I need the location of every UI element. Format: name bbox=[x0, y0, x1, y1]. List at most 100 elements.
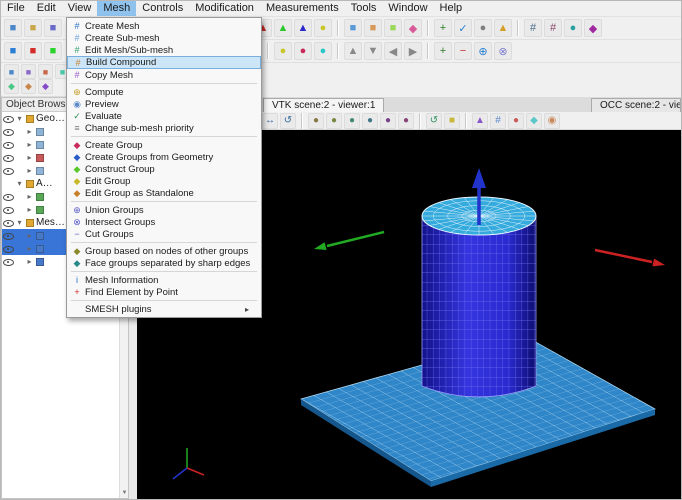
caret-collapsed-icon[interactable]: ▸ bbox=[25, 127, 34, 136]
menu-item-copy-mesh[interactable]: #Copy Mesh bbox=[67, 69, 261, 81]
back-view-icon[interactable]: ● bbox=[326, 113, 342, 129]
new-document-icon[interactable]: ■ bbox=[4, 19, 22, 37]
visibility-eye-icon[interactable] bbox=[3, 113, 14, 124]
visibility-eye-icon[interactable] bbox=[3, 204, 14, 215]
tool-icon[interactable]: ■ bbox=[38, 64, 53, 79]
tab-vtk-scene[interactable]: VTK scene:2 - viewer:1 bbox=[263, 98, 384, 112]
tool-icon[interactable]: ■ bbox=[384, 19, 402, 37]
tool-icon[interactable]: ■ bbox=[364, 19, 382, 37]
update-rate-icon[interactable]: ● bbox=[508, 113, 524, 129]
pan-icon[interactable]: ↔ bbox=[262, 113, 278, 129]
tool-icon[interactable]: ● bbox=[314, 42, 332, 60]
menu-item-create-groups-from-geometry[interactable]: ◆Create Groups from Geometry bbox=[67, 151, 261, 163]
menu-item-intersect-groups[interactable]: ⊗Intersect Groups bbox=[67, 216, 261, 228]
caret-expanded-icon[interactable]: ▾ bbox=[15, 179, 24, 188]
menu-item-change-sub-mesh-priority[interactable]: ≡Change sub-mesh priority bbox=[67, 122, 261, 134]
caret-collapsed-icon[interactable]: ▸ bbox=[25, 231, 34, 240]
tool-icon[interactable]: ● bbox=[294, 42, 312, 60]
menu-item-edit-mesh-sub-mesh[interactable]: #Edit Mesh/Sub-mesh bbox=[67, 44, 261, 56]
caret-collapsed-icon[interactable]: ▸ bbox=[25, 192, 34, 201]
visibility-eye-icon[interactable] bbox=[3, 139, 14, 150]
menu-item-evaluate[interactable]: ✓Evaluate bbox=[67, 110, 261, 122]
menu-item-find-element-by-point[interactable]: +Find Element by Point bbox=[67, 286, 261, 298]
caret-collapsed-icon[interactable]: ▸ bbox=[25, 205, 34, 214]
caret-collapsed-icon[interactable]: ▸ bbox=[25, 153, 34, 162]
recording-icon[interactable]: ◉ bbox=[544, 113, 560, 129]
tool-icon[interactable]: ⊕ bbox=[474, 42, 492, 60]
tool-icon[interactable]: − bbox=[454, 42, 472, 60]
visibility-eye-icon[interactable] bbox=[3, 165, 14, 176]
tool-icon[interactable]: ■ bbox=[344, 19, 362, 37]
bottom-view-icon[interactable]: ● bbox=[362, 113, 378, 129]
open-document-icon[interactable]: ■ bbox=[24, 19, 42, 37]
tool-icon[interactable]: + bbox=[434, 42, 452, 60]
caret-collapsed-icon[interactable]: ▸ bbox=[25, 257, 34, 266]
tool-icon[interactable]: ■ bbox=[44, 42, 62, 60]
tool-icon[interactable]: ▲ bbox=[294, 19, 312, 37]
visibility-eye-icon[interactable] bbox=[3, 243, 14, 254]
menu-item-cut-groups[interactable]: −Cut Groups bbox=[67, 228, 261, 240]
tab-occ-scene[interactable]: OCC scene:2 - view... bbox=[591, 98, 681, 112]
rotate-icon[interactable]: ↺ bbox=[280, 113, 296, 129]
menu-view[interactable]: View bbox=[62, 1, 98, 16]
clone-view-icon[interactable]: ■ bbox=[444, 113, 460, 129]
tool-icon[interactable]: ● bbox=[474, 19, 492, 37]
tool-icon[interactable]: ▶ bbox=[404, 42, 422, 60]
tool-icon[interactable]: ✓ bbox=[454, 19, 472, 37]
tool-icon[interactable]: ◆ bbox=[21, 79, 36, 94]
caret-collapsed-icon[interactable]: ▸ bbox=[25, 166, 34, 175]
tool-icon[interactable]: ◆ bbox=[4, 79, 19, 94]
reset-view-icon[interactable]: ↺ bbox=[426, 113, 442, 129]
visibility-eye-icon[interactable] bbox=[3, 230, 14, 241]
tool-icon[interactable]: ◆ bbox=[404, 19, 422, 37]
visibility-eye-icon[interactable] bbox=[3, 256, 14, 267]
caret-expanded-icon[interactable]: ▾ bbox=[15, 114, 24, 123]
menu-controls[interactable]: Controls bbox=[136, 1, 189, 16]
menu-edit[interactable]: Edit bbox=[31, 1, 62, 16]
scroll-down-icon[interactable]: ▼ bbox=[120, 489, 129, 498]
parameters-icon[interactable]: ◆ bbox=[526, 113, 542, 129]
visibility-eye-icon[interactable] bbox=[3, 152, 14, 163]
menu-item-build-compound[interactable]: #Build Compound bbox=[67, 56, 261, 69]
scaling-icon[interactable]: ▲ bbox=[472, 113, 488, 129]
menu-item-union-groups[interactable]: ⊕Union Groups bbox=[67, 204, 261, 216]
tool-icon[interactable]: ◆ bbox=[38, 79, 53, 94]
tool-icon[interactable]: ▼ bbox=[364, 42, 382, 60]
visibility-eye-icon[interactable] bbox=[3, 126, 14, 137]
menu-file[interactable]: File bbox=[1, 1, 31, 16]
menu-item-create-group[interactable]: ◆Create Group bbox=[67, 139, 261, 151]
tool-icon[interactable]: ■ bbox=[24, 42, 42, 60]
menu-item-face-groups-separated-by-sharp-edges[interactable]: ◆Face groups separated by sharp edges bbox=[67, 257, 261, 269]
visibility-eye-icon[interactable] bbox=[3, 217, 14, 228]
menu-help[interactable]: Help bbox=[434, 1, 469, 16]
menu-item-compute[interactable]: ⊕Compute bbox=[67, 86, 261, 98]
caret-collapsed-icon[interactable]: ▸ bbox=[25, 140, 34, 149]
left-view-icon[interactable]: ● bbox=[380, 113, 396, 129]
caret-collapsed-icon[interactable]: ▸ bbox=[25, 244, 34, 253]
menu-item-construct-group[interactable]: ◆Construct Group bbox=[67, 163, 261, 175]
tool-icon[interactable]: ■ bbox=[4, 42, 22, 60]
tool-icon[interactable]: ● bbox=[314, 19, 332, 37]
menu-item-mesh-information[interactable]: iMesh Information bbox=[67, 274, 261, 286]
tool-icon[interactable]: # bbox=[544, 19, 562, 37]
tool-icon[interactable]: ◀ bbox=[384, 42, 402, 60]
tool-icon[interactable]: ▲ bbox=[274, 19, 292, 37]
visibility-eye-icon[interactable] bbox=[3, 191, 14, 202]
save-document-icon[interactable]: ■ bbox=[44, 19, 62, 37]
menu-item-preview[interactable]: ◉Preview bbox=[67, 98, 261, 110]
top-view-icon[interactable]: ● bbox=[344, 113, 360, 129]
menu-item-smesh-plugins[interactable]: SMESH plugins▸ bbox=[67, 303, 261, 315]
right-view-icon[interactable]: ● bbox=[398, 113, 414, 129]
tool-icon[interactable]: ● bbox=[564, 19, 582, 37]
tool-icon[interactable]: ▲ bbox=[344, 42, 362, 60]
tool-icon[interactable]: ■ bbox=[4, 64, 19, 79]
cylinder-mesh[interactable] bbox=[422, 197, 536, 397]
menu-item-edit-group[interactable]: ◆Edit Group bbox=[67, 175, 261, 187]
menu-modification[interactable]: Modification bbox=[189, 1, 260, 16]
menu-measurements[interactable]: Measurements bbox=[260, 1, 345, 16]
tool-icon[interactable]: + bbox=[434, 19, 452, 37]
menu-window[interactable]: Window bbox=[382, 1, 433, 16]
tool-icon[interactable]: ▲ bbox=[494, 19, 512, 37]
menu-mesh[interactable]: Mesh bbox=[97, 1, 136, 16]
menu-item-group-based-on-nodes-of-other-groups[interactable]: ◆Group based on nodes of other groups bbox=[67, 245, 261, 257]
